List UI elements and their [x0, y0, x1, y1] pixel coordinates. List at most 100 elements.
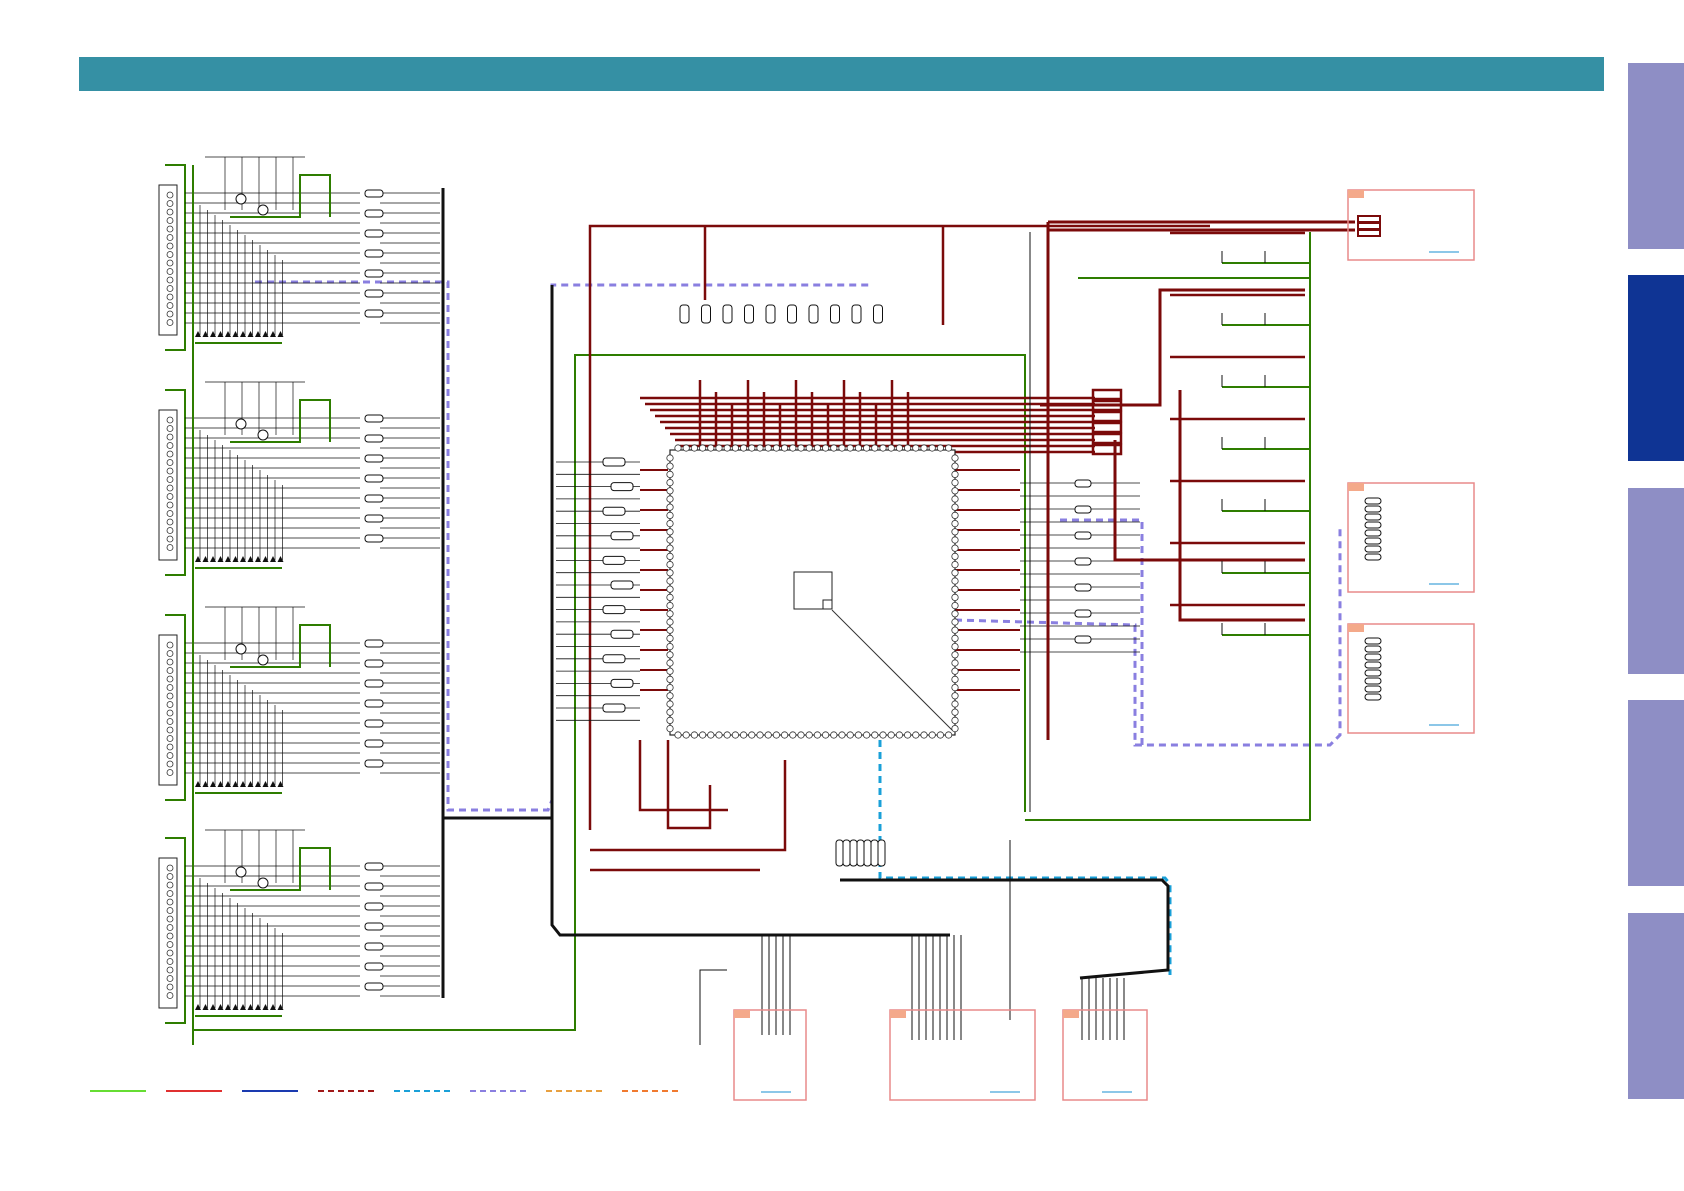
series-resistor [1074, 505, 1092, 514]
ic-pin [666, 536, 674, 544]
ic-pin [789, 731, 797, 739]
series-resistor [364, 249, 384, 258]
side-tab-5[interactable] [1628, 913, 1684, 1099]
ic-pin [871, 731, 879, 739]
ic-pin [166, 941, 174, 948]
ic-pin [166, 251, 174, 258]
ic-pin [731, 731, 740, 739]
ic-pin [951, 716, 959, 725]
ic-pin [666, 560, 674, 569]
ic-pin [951, 528, 959, 536]
green-return [1025, 232, 1311, 821]
series-resistor [364, 434, 384, 443]
pullup-resistor [765, 304, 776, 324]
ic-pin [166, 958, 174, 965]
ic-pin [698, 731, 707, 739]
transistor [235, 418, 247, 430]
ic-pin [166, 760, 174, 768]
connector-tag [1348, 483, 1364, 491]
series-resistor [364, 862, 384, 871]
ic-pin [756, 731, 764, 739]
resistor-array [856, 839, 865, 867]
ic-pin [912, 731, 920, 739]
ic-pin [166, 442, 174, 449]
ic-pin [166, 975, 174, 982]
series-resistor [1074, 557, 1092, 566]
ic-pin [764, 444, 772, 452]
ic-pin [715, 444, 723, 452]
ic-pin [821, 444, 830, 452]
ic-pin [838, 731, 846, 739]
ic-pin [846, 444, 854, 452]
ic-pin [690, 731, 699, 739]
transistor [235, 643, 247, 655]
pullup-resistor [722, 304, 733, 324]
ic-pin [666, 634, 674, 643]
ic-pin [666, 495, 674, 503]
ic-pin [951, 642, 959, 651]
harness-wire [699, 969, 727, 1045]
connector-pin [1364, 661, 1382, 669]
series-resistor [610, 580, 634, 590]
side-tab-3[interactable] [1628, 488, 1684, 674]
series-resistor [1074, 479, 1092, 488]
ic-pin [951, 683, 959, 692]
ic-pin [166, 208, 174, 216]
ic-pin [756, 444, 764, 452]
series-resistor [364, 209, 384, 218]
ic-pin [772, 444, 781, 452]
ic-pin [666, 716, 674, 725]
ic-pin [166, 544, 174, 551]
ic-pin [951, 478, 959, 487]
ic-pin [166, 425, 174, 432]
ic-pin [951, 519, 959, 528]
ic-pin [920, 731, 928, 739]
ic-pin [772, 731, 781, 739]
ic-pin [166, 907, 174, 914]
ic-pin [166, 650, 174, 657]
ic-pin [912, 444, 920, 452]
side-tab-1[interactable] [1628, 63, 1684, 249]
ic-pin [805, 444, 813, 452]
ic-pin [707, 731, 715, 739]
series-resistor [364, 679, 384, 688]
side-tab-2[interactable] [1628, 275, 1684, 461]
pullup-resistor [679, 304, 690, 324]
ic-pin [166, 484, 174, 492]
ic-pin [887, 731, 895, 739]
ic-pin [698, 444, 707, 452]
ic-pin [166, 743, 174, 751]
side-tab-4[interactable] [1628, 700, 1684, 886]
connector-box [733, 1009, 807, 1101]
ic-pin [830, 444, 838, 452]
series-resistor [364, 269, 384, 278]
ic-pin [797, 444, 805, 452]
ic-pin [166, 501, 174, 509]
ic-pin [666, 610, 674, 618]
series-resistor [364, 902, 384, 911]
ic-pin [936, 444, 945, 452]
red-lower [638, 740, 728, 812]
ic-pin [895, 444, 904, 452]
ic-pin [944, 444, 953, 452]
connector-box [1347, 189, 1475, 261]
ic-pin [674, 444, 682, 452]
series-resistor [364, 189, 384, 198]
ic-pin [951, 577, 959, 585]
connector-pin [1364, 497, 1382, 505]
series-resistor [364, 534, 384, 543]
series-resistor [610, 678, 634, 688]
ic-pin [666, 478, 674, 487]
ic-pin [666, 667, 674, 675]
series-resistor [602, 506, 626, 516]
ic-pin [666, 708, 674, 716]
connector-pin [1364, 669, 1382, 677]
connector-pin [1364, 693, 1382, 701]
ic-pin [666, 577, 674, 585]
ic-pin [895, 731, 904, 739]
connector-pin [1364, 645, 1382, 653]
ic-pin [166, 225, 174, 233]
ic-pin [166, 949, 174, 957]
ic-pin [936, 731, 945, 739]
ic-pin [951, 700, 959, 708]
